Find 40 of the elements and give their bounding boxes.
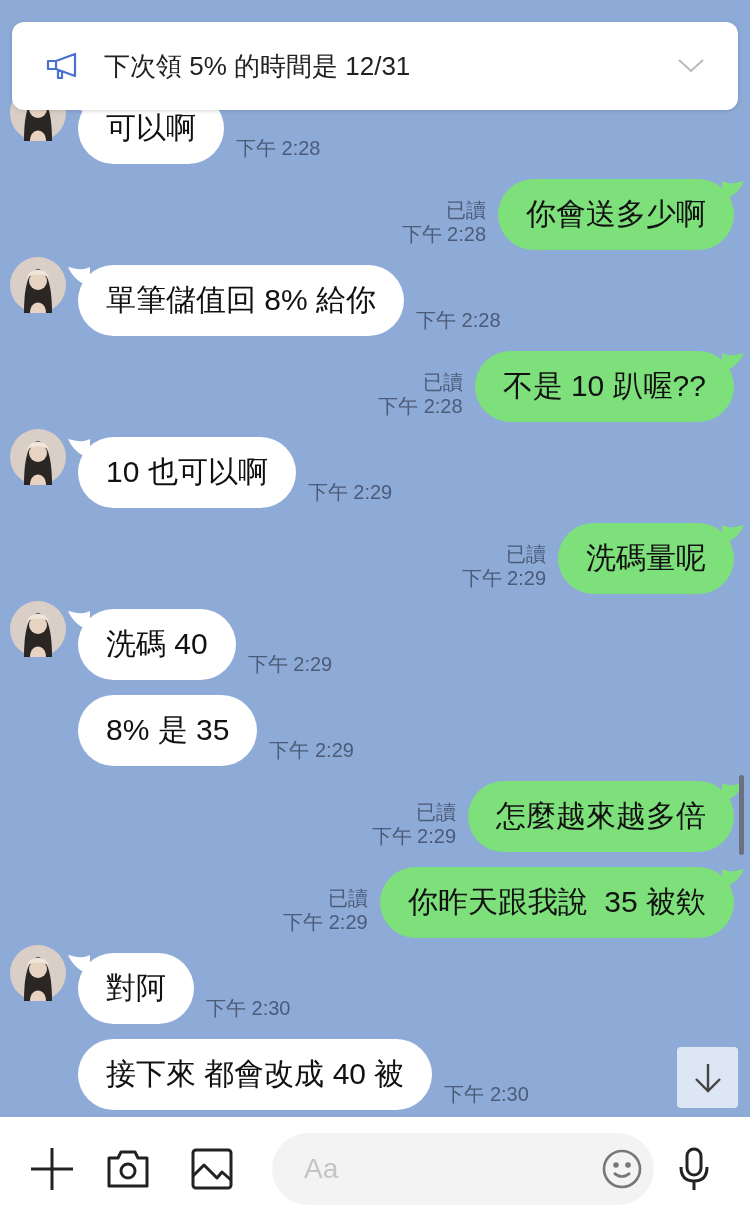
megaphone-icon	[46, 52, 78, 80]
message-time: 下午 2:29	[269, 738, 354, 762]
bubble-tail	[722, 353, 744, 373]
image-button[interactable]	[190, 1146, 234, 1191]
message-time: 下午 2:29	[247, 652, 333, 676]
image-icon	[191, 1147, 233, 1190]
read-receipt: 已讀	[422, 370, 463, 394]
read-receipt: 已讀	[446, 198, 486, 222]
arrow-down-icon	[693, 1061, 722, 1094]
announcement-banner[interactable]: 下次領 5% 的時間是 12/31	[12, 22, 738, 110]
announcement-text: 下次領 5% 的時間是 12/31	[104, 49, 412, 83]
message-time: 下午 2:29	[461, 566, 546, 590]
bubble-tail	[68, 439, 90, 459]
message-time: 下午 2:30	[444, 1082, 529, 1106]
message-time: 下午 2:29	[283, 910, 368, 934]
plus-icon	[30, 1146, 74, 1191]
message-time: 下午 2:29	[307, 480, 393, 504]
read-receipt: 已讀	[416, 800, 456, 824]
message-time: 下午 2:30	[206, 996, 291, 1020]
message-time: 下午 2:28	[416, 308, 501, 332]
bubble-tail	[68, 611, 90, 631]
bubble-tail	[722, 869, 744, 889]
camera-icon	[106, 1148, 150, 1189]
scroll-down-button[interactable]	[677, 1047, 738, 1108]
bubble-tail	[722, 525, 744, 545]
bubble-tail	[68, 267, 90, 287]
plus-button[interactable]	[30, 1146, 74, 1191]
scrollbar[interactable]	[739, 775, 744, 855]
bubble-tail	[722, 181, 744, 201]
message-time: 下午 2:29	[371, 824, 456, 848]
bubble-tail	[68, 955, 90, 975]
smiley-icon[interactable]	[602, 1148, 642, 1189]
message-time: 下午 2:28	[236, 136, 321, 160]
message-time: 下午 2:28	[378, 394, 463, 418]
received-message: 8% 是 35	[78, 695, 258, 766]
message-time: 下午 2:28	[401, 222, 486, 246]
read-receipt: 已讀	[327, 886, 368, 910]
microphone-icon	[678, 1146, 710, 1191]
read-receipt: 已讀	[506, 542, 546, 566]
received-message: 接下來 都會改成 40 被	[78, 1039, 433, 1110]
